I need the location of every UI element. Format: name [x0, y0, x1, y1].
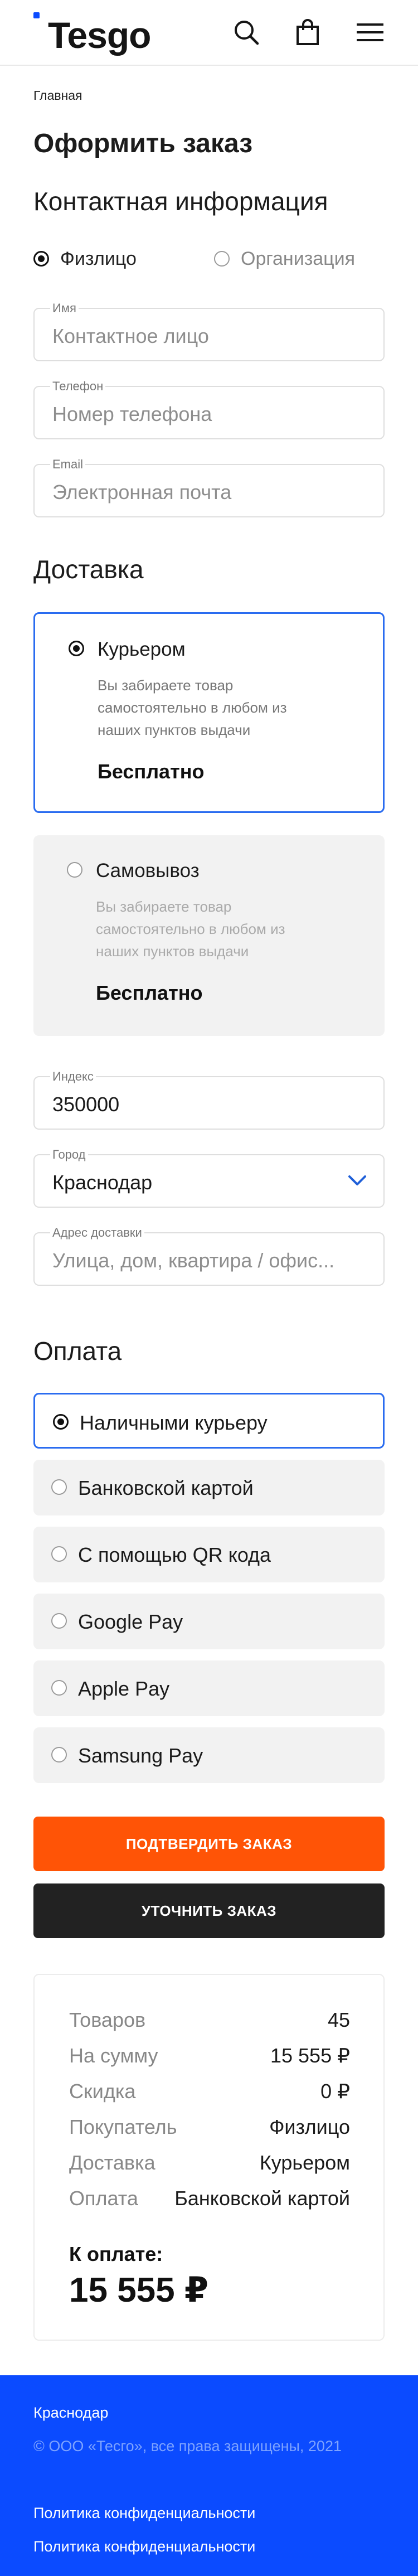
payment-option-label: Наличными курьеру — [80, 1411, 268, 1434]
summary-key: Покупатель — [69, 2115, 177, 2138]
postal-index-field[interactable]: Индекс 350000 — [33, 1069, 385, 1130]
radio-card[interactable] — [51, 1479, 67, 1495]
person-type-individual-label: Физлицо — [60, 248, 137, 269]
phone-field-label: Телефон — [50, 379, 106, 394]
summary-key: Доставка — [69, 2151, 155, 2174]
footer-city[interactable]: Краснодар — [33, 2404, 108, 2422]
summary-value: 15 555 ₽ — [270, 2044, 350, 2067]
radio-apple-pay[interactable] — [51, 1680, 67, 1696]
menu-icon[interactable] — [354, 17, 386, 48]
payment-option-label: Google Pay — [78, 1610, 183, 1633]
delivery-option-courier[interactable]: Курьером Вы забираете товар самостоятель… — [33, 612, 385, 813]
email-field-placeholder: Электронная почта — [52, 481, 232, 503]
summary-row-items: Товаров 45 — [69, 2008, 350, 2036]
phone-field-placeholder: Номер телефона — [52, 403, 212, 425]
name-field[interactable]: Имя Контактное лицо — [33, 301, 385, 361]
name-field-label: Имя — [50, 301, 79, 316]
delivery-option-title: Курьером — [98, 638, 186, 660]
logo-text: Tesgo — [48, 14, 151, 56]
radio-organization[interactable] — [214, 251, 230, 267]
postal-index-value: 350000 — [52, 1093, 120, 1116]
delivery-section-title: Доставка — [33, 555, 144, 584]
radio-cash[interactable] — [53, 1414, 69, 1430]
page-title: Оформить заказ — [33, 129, 253, 158]
chevron-down-icon[interactable] — [348, 1174, 367, 1189]
delivery-option-description: Вы забираете товар самостоятельно в любо… — [98, 677, 287, 738]
summary-row-discount: Скидка 0 ₽ — [69, 2080, 350, 2108]
search-icon[interactable] — [231, 17, 262, 48]
email-field-label: Email — [50, 457, 86, 472]
site-footer: Краснодар © ООО «Тесго», все права защищ… — [0, 2375, 418, 2576]
postal-index-label: Индекс — [50, 1069, 96, 1084]
summary-value: 45 — [327, 2008, 350, 2031]
clarify-order-button[interactable]: УТОЧНИТЬ ЗАКАЗ — [33, 1883, 385, 1938]
summary-row-buyer: Покупатель Физлицо — [69, 2115, 350, 2143]
summary-value: 0 ₽ — [320, 2080, 350, 2103]
person-type-individual[interactable]: Физлицо — [33, 248, 137, 270]
payment-option-cash[interactable]: Наличными курьеру — [33, 1393, 385, 1449]
phone-field[interactable]: Телефон Номер телефона — [33, 379, 385, 439]
person-type-organization[interactable]: Организация — [214, 248, 355, 270]
summary-row-delivery: Доставка Курьером — [69, 2151, 350, 2179]
summary-value: Физлицо — [269, 2115, 350, 2138]
delivery-option-price: Бесплатно — [96, 981, 203, 1004]
payment-option-qr[interactable]: С помощью QR кода — [33, 1527, 385, 1582]
order-summary: Товаров 45 На сумму 15 555 ₽ Скидка 0 ₽ … — [33, 1974, 385, 2341]
payment-option-card[interactable]: Банковской картой — [33, 1460, 385, 1515]
delivery-option-description: Вы забираете товар самостоятельно в любо… — [96, 898, 285, 960]
shopping-bag-icon[interactable] — [292, 17, 323, 48]
logo[interactable]: Tesgo — [33, 10, 167, 60]
delivery-option-price: Бесплатно — [98, 760, 205, 783]
payment-option-label: Apple Pay — [78, 1677, 170, 1700]
city-select[interactable]: Город Краснодар — [33, 1147, 385, 1208]
summary-value: Курьером — [259, 2151, 350, 2174]
payment-section-title: Оплата — [33, 1337, 122, 1366]
footer-privacy-link[interactable]: Политика конфиденциальности — [33, 2505, 255, 2522]
summary-value: Банковской картой — [174, 2187, 350, 2210]
delivery-option-title: Самовывоз — [96, 860, 200, 882]
summary-key: Товаров — [69, 2008, 146, 2031]
amount-due-total: 15 555 ₽ — [69, 2271, 208, 2309]
contact-section-title: Контактная информация — [33, 187, 328, 216]
site-header: Tesgo — [0, 0, 418, 66]
city-select-value: Краснодар — [52, 1171, 153, 1194]
footer-privacy-link[interactable]: Политика конфиденциальности — [33, 2538, 255, 2555]
person-type-organization-label: Организация — [241, 248, 356, 269]
summary-key: На сумму — [69, 2044, 158, 2067]
radio-individual[interactable] — [33, 251, 49, 267]
summary-row-amount: На сумму 15 555 ₽ — [69, 2044, 350, 2072]
radio-google-pay[interactable] — [51, 1613, 67, 1629]
payment-option-apple-pay[interactable]: Apple Pay — [33, 1660, 385, 1716]
summary-key: Оплата — [69, 2187, 138, 2210]
city-select-label: Город — [50, 1147, 88, 1162]
address-field-placeholder: Улица, дом, квартира / офис... — [52, 1249, 335, 1272]
radio-courier[interactable] — [69, 641, 84, 656]
summary-row-payment: Оплата Банковской картой — [69, 2187, 350, 2215]
payment-option-label: С помощью QR кода — [78, 1543, 271, 1566]
name-field-placeholder: Контактное лицо — [52, 325, 209, 347]
radio-pickup[interactable] — [67, 862, 82, 878]
summary-key: Скидка — [69, 2080, 136, 2103]
footer-copyright: © ООО «Тесго», все права защищены, 2021 — [33, 2438, 342, 2454]
delivery-option-pickup[interactable]: Самовывоз Вы забираете товар самостоятел… — [33, 835, 385, 1036]
radio-samsung-pay[interactable] — [51, 1747, 67, 1762]
email-field[interactable]: Email Электронная почта — [33, 457, 385, 517]
logo-dot — [33, 12, 40, 18]
confirm-order-button[interactable]: ПОДТВЕРДИТЬ ЗАКАЗ — [33, 1817, 385, 1871]
breadcrumb-home[interactable]: Главная — [33, 88, 82, 103]
radio-qr[interactable] — [51, 1546, 67, 1562]
payment-option-samsung-pay[interactable]: Samsung Pay — [33, 1727, 385, 1783]
address-field-label: Адрес доставки — [50, 1226, 144, 1240]
payment-option-label: Банковской картой — [78, 1476, 254, 1499]
payment-option-label: Samsung Pay — [78, 1744, 203, 1767]
amount-due-label: К оплате: — [69, 2243, 163, 2265]
payment-option-google-pay[interactable]: Google Pay — [33, 1594, 385, 1649]
address-field[interactable]: Адрес доставки Улица, дом, квартира / оф… — [33, 1226, 385, 1286]
